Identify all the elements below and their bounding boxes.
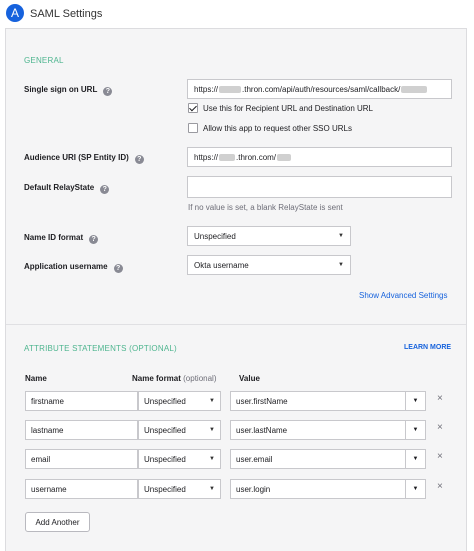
attribute-format-value: Unspecified: [144, 454, 186, 464]
column-header-name: Name: [25, 374, 47, 383]
attribute-value-dropdown[interactable]: ▼: [405, 449, 426, 469]
attribute-value-input[interactable]: user.email: [230, 449, 406, 469]
column-header-format-optional: (optional): [183, 374, 217, 383]
name-id-format-label: Name ID format?: [24, 233, 99, 244]
attribute-format-value: Unspecified: [144, 484, 186, 494]
attribute-format-select[interactable]: Unspecified ▼: [138, 420, 221, 440]
attribute-name-input[interactable]: lastname: [25, 420, 138, 440]
audience-uri-input[interactable]: https:// .thron.com/: [187, 147, 452, 167]
help-icon[interactable]: ?: [103, 87, 113, 96]
sso-url-prefix: https://: [194, 84, 219, 94]
remove-row-icon[interactable]: ×: [437, 393, 443, 404]
saml-settings-panel: GENERAL Single sign on URL? https:// .th…: [5, 28, 467, 551]
general-section-title: GENERAL: [24, 56, 64, 65]
help-icon[interactable]: ?: [134, 155, 144, 164]
sso-url-mid: .thron.com/api/auth/resources/saml/callb…: [242, 84, 401, 94]
show-advanced-settings-link[interactable]: Show Advanced Settings: [359, 291, 448, 300]
page-title: SAML Settings: [30, 8, 103, 20]
redacted-blur: [401, 85, 428, 93]
attribute-format-select[interactable]: Unspecified ▼: [138, 449, 221, 469]
attribute-name-input[interactable]: firstname: [25, 391, 138, 411]
attribute-value-dropdown[interactable]: ▼: [405, 420, 426, 440]
sso-url-label: Single sign on URL?: [24, 85, 113, 96]
remove-row-icon[interactable]: ×: [437, 422, 443, 433]
attribute-value-field: user.email ▼: [230, 449, 426, 469]
relay-state-hint: If no value is set, a blank RelayState i…: [188, 203, 343, 212]
help-icon[interactable]: ?: [89, 235, 99, 244]
relay-state-input[interactable]: [187, 176, 452, 198]
sso-url-label-text: Single sign on URL: [24, 85, 98, 94]
attribute-value-input[interactable]: user.login: [230, 479, 406, 499]
step-badge: A: [6, 4, 24, 22]
page-header: A SAML Settings: [0, 0, 474, 28]
attribute-value-field: user.login ▼: [230, 479, 426, 499]
help-icon[interactable]: ?: [100, 185, 110, 194]
sso-url-input[interactable]: https:// .thron.com/api/auth/resources/s…: [187, 79, 452, 99]
attribute-format-value: Unspecified: [144, 396, 186, 406]
app-username-value: Okta username: [194, 260, 249, 270]
section-divider: [6, 324, 466, 325]
attribute-value-field: user.firstName ▼: [230, 391, 426, 411]
chevron-down-icon: ▼: [412, 398, 419, 404]
audience-uri-label: Audience URI (SP Entity ID)?: [24, 153, 144, 164]
redacted-blur: [219, 85, 242, 93]
chevron-down-icon: ▼: [412, 486, 419, 492]
remove-row-icon[interactable]: ×: [437, 481, 443, 492]
redacted-blur: [277, 153, 292, 161]
chevron-down-icon: ▼: [209, 427, 215, 433]
audience-uri-mid: .thron.com/: [236, 152, 277, 162]
name-id-format-select[interactable]: Unspecified ▼: [187, 226, 351, 246]
chevron-down-icon: ▼: [338, 262, 344, 268]
attribute-name-input[interactable]: username: [25, 479, 138, 499]
attribute-format-value: Unspecified: [144, 425, 186, 435]
attribute-value-input[interactable]: user.firstName: [230, 391, 406, 411]
attribute-format-select[interactable]: Unspecified ▼: [138, 391, 221, 411]
add-another-button[interactable]: Add Another: [25, 512, 90, 532]
chevron-down-icon: ▼: [412, 456, 419, 462]
learn-more-link[interactable]: LEARN MORE: [404, 344, 451, 351]
app-username-label: Application username?: [24, 262, 123, 273]
attribute-format-select[interactable]: Unspecified ▼: [138, 479, 221, 499]
attribute-value-field: user.lastName ▼: [230, 420, 426, 440]
app-username-label-text: Application username: [24, 262, 108, 271]
other-sso-checkbox-label: Allow this app to request other SSO URLs: [203, 124, 352, 133]
attribute-statements-title: ATTRIBUTE STATEMENTS (OPTIONAL): [24, 344, 177, 353]
help-icon[interactable]: ?: [113, 264, 123, 273]
attribute-name-input[interactable]: email: [25, 449, 138, 469]
attribute-value-dropdown[interactable]: ▼: [405, 479, 426, 499]
relay-state-label-text: Default RelayState: [24, 183, 95, 192]
chevron-down-icon: ▼: [209, 486, 215, 492]
other-sso-checkbox[interactable]: [188, 123, 198, 133]
audience-uri-prefix: https://: [194, 152, 219, 162]
column-header-value: Value: [239, 374, 260, 383]
recipient-url-checkbox[interactable]: [188, 103, 198, 113]
chevron-down-icon: ▼: [338, 233, 344, 239]
redacted-blur: [219, 153, 236, 161]
attribute-value-input[interactable]: user.lastName: [230, 420, 406, 440]
chevron-down-icon: ▼: [412, 427, 419, 433]
audience-uri-label-text: Audience URI (SP Entity ID): [24, 153, 129, 162]
attribute-value-dropdown[interactable]: ▼: [405, 391, 426, 411]
chevron-down-icon: ▼: [209, 456, 215, 462]
name-id-format-label-text: Name ID format: [24, 233, 84, 242]
name-id-format-value: Unspecified: [194, 231, 236, 241]
app-username-select[interactable]: Okta username ▼: [187, 255, 351, 275]
column-header-format-text: Name format: [132, 374, 181, 383]
remove-row-icon[interactable]: ×: [437, 451, 443, 462]
chevron-down-icon: ▼: [209, 398, 215, 404]
recipient-url-checkbox-label: Use this for Recipient URL and Destinati…: [203, 104, 374, 113]
relay-state-label: Default RelayState?: [24, 183, 110, 194]
column-header-format: Name format (optional): [132, 374, 217, 383]
